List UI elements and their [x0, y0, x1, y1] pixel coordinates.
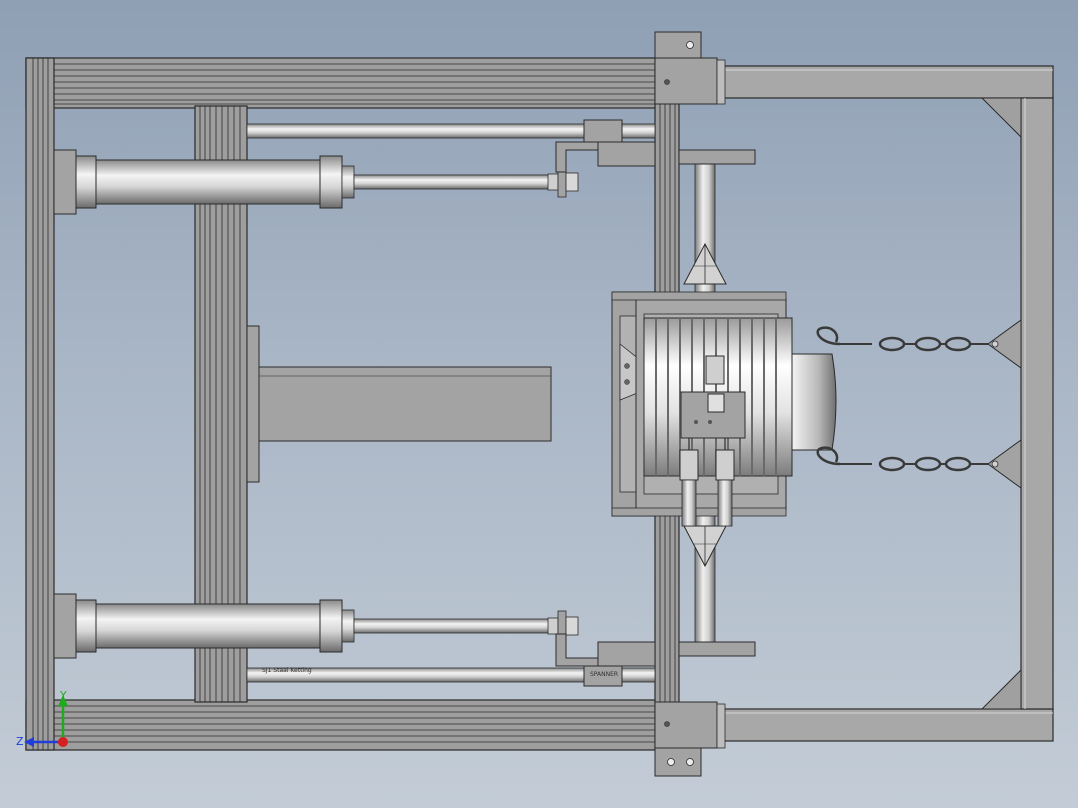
right-upright-tube [1020, 97, 1054, 710]
top-tube [721, 65, 1054, 99]
lower-cylinder-barrel [95, 603, 325, 649]
y-axis-label: Y [59, 689, 67, 702]
left-profile-upright [25, 57, 55, 751]
upper-pneumatic-cylinder [53, 141, 656, 215]
center-push-plate [246, 325, 552, 483]
hose-fitting-right [715, 449, 735, 481]
upper-cylinder-barrel [95, 159, 325, 205]
lower-clevis-bracket [555, 633, 599, 667]
upper-hook-icon [816, 326, 841, 346]
upper-rod-block [583, 119, 623, 143]
cad-viewport[interactable]: SJ1 Staal Ketting SPANNER Y Z [0, 0, 1078, 808]
lower-cylinder-mount [53, 593, 77, 659]
hose-fitting-left [679, 449, 699, 481]
lower-guide-rod: SJ1 Staal Ketting SPANNER [246, 663, 656, 687]
top-corner-bracket [654, 31, 726, 105]
drum-assembly [611, 291, 837, 527]
upper-cylinder-mount [53, 149, 77, 215]
upper-guide-rod [246, 119, 656, 143]
upper-piston-rod [353, 174, 553, 190]
top-profile-rail [25, 57, 659, 109]
lower-rod-label-right: SPANNER [590, 671, 618, 678]
top-shaft-arm [678, 149, 756, 165]
bottom-shaft-arm [678, 641, 756, 657]
upper-clevis-bracket [555, 141, 599, 173]
push-plate [258, 366, 552, 442]
bottom-corner-bracket [654, 701, 726, 777]
bottom-gusset [980, 668, 1022, 710]
x-axis-dot [58, 737, 68, 747]
lower-chain [816, 439, 1022, 489]
z-axis-label: Z [16, 735, 24, 748]
lower-pneumatic-cylinder [53, 593, 656, 667]
bottom-profile-rail [25, 699, 659, 751]
lower-piston-rod [353, 618, 553, 634]
top-gusset [980, 97, 1022, 139]
upper-chain [816, 319, 1022, 369]
lower-rod-label-left: SJ1 Staal Ketting [262, 667, 312, 674]
drum-end-cap [791, 353, 837, 451]
push-plate-backing [246, 325, 260, 483]
bottom-tube [721, 708, 1054, 742]
